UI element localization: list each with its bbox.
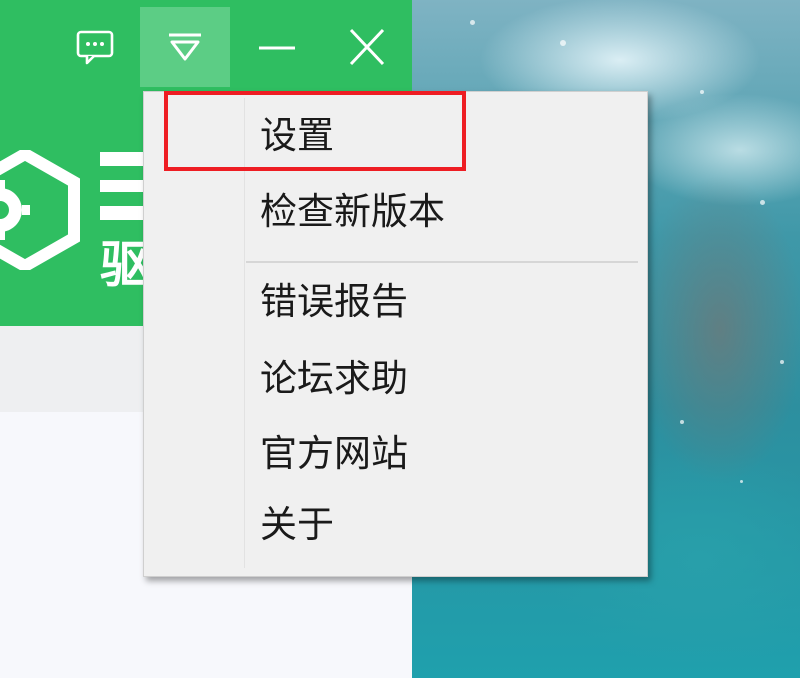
menu-item-label: 检查新版本 xyxy=(260,190,445,233)
wallpaper-speck xyxy=(740,480,743,483)
close-button[interactable] xyxy=(322,7,412,87)
menu-item-error-report[interactable]: 错误报告 xyxy=(147,267,644,337)
feedback-button[interactable] xyxy=(50,7,140,87)
dropdown-triangle-icon xyxy=(169,33,201,61)
close-icon xyxy=(349,28,385,66)
menu-item-label: 论坛求助 xyxy=(260,357,408,400)
logo-wordmark: 驱 xyxy=(100,152,144,290)
menu-item-official-site[interactable]: 官方网站 xyxy=(147,419,644,489)
menu-item-label: 错误报告 xyxy=(260,280,408,323)
menu-item-forum-help[interactable]: 论坛求助 xyxy=(147,344,644,414)
menu-item-settings[interactable]: 设置 xyxy=(147,101,644,171)
menu-item-label: 关于 xyxy=(260,503,334,546)
menu-item-about[interactable]: 关于 xyxy=(147,490,644,560)
screen: 驱 设置 检查新版本 错误报告 论坛求助 官方网站 关于 xyxy=(0,0,800,678)
menu-button[interactable] xyxy=(140,7,230,87)
wallpaper-speck xyxy=(760,200,765,205)
minimize-button[interactable] xyxy=(232,7,322,87)
wallpaper-speck xyxy=(560,40,566,46)
wallpaper-speck xyxy=(680,420,684,424)
logo-partial-text: 驱 xyxy=(100,236,144,290)
menu-item-check-update[interactable]: 检查新版本 xyxy=(147,177,644,247)
wallpaper-speck xyxy=(780,360,784,364)
menu-separator xyxy=(246,261,638,263)
menu-item-label: 设置 xyxy=(260,114,334,157)
menu-item-label: 官方网站 xyxy=(260,432,408,475)
minimize-icon xyxy=(259,46,295,50)
chat-bubble-icon xyxy=(76,30,114,65)
gear-shield-logo-icon xyxy=(0,150,80,270)
wallpaper-speck xyxy=(700,90,704,94)
dropdown-menu: 设置 检查新版本 错误报告 论坛求助 官方网站 关于 xyxy=(143,91,648,577)
wallpaper-speck xyxy=(470,20,475,25)
